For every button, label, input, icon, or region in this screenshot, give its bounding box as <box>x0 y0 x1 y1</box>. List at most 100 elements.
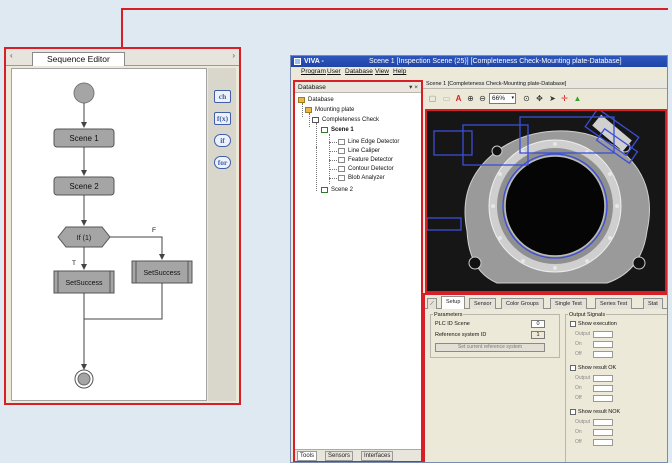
ch-icon[interactable]: ch <box>214 90 231 103</box>
zoom-out-icon[interactable]: ⊖ <box>477 93 488 104</box>
plc-id-label: PLC ID Scene <box>435 321 470 327</box>
fx-icon[interactable]: f(x) <box>214 112 231 125</box>
off-label: Off <box>575 395 582 401</box>
viva-window: VIVA - Scene 1 [Inspection Scene (25)] [… <box>290 55 668 463</box>
tab-series-test[interactable]: Series Test <box>595 298 633 309</box>
app-icon <box>294 58 301 65</box>
on-label: On <box>575 385 582 391</box>
show-ok-label: Show result OK <box>578 365 617 371</box>
tab-scroll-right-icon[interactable]: › <box>232 51 235 60</box>
set-success-left-label: SetSuccess <box>66 280 103 287</box>
tab-color-groups[interactable]: Color Groups <box>501 298 544 309</box>
execution-output-input[interactable] <box>593 331 613 338</box>
tab-single-test[interactable]: Single Test <box>550 298 587 309</box>
nok-output-input[interactable] <box>593 419 613 426</box>
folder-icon <box>305 107 312 113</box>
tab-scroll-left-icon[interactable]: ‹ <box>10 51 13 60</box>
parameters-title: Parameters <box>433 311 464 319</box>
output-label: Output <box>575 331 591 337</box>
pan-icon[interactable]: ✥ <box>534 93 545 104</box>
output-label: Output <box>575 375 591 381</box>
grid-icon[interactable]: ▢ <box>427 93 438 104</box>
flow-palette: ch f(x) if for <box>208 68 236 401</box>
output-label: Output <box>575 419 591 425</box>
window-titlebar: VIVA - Scene 1 [Inspection Scene (25)] [… <box>291 56 667 67</box>
ok-output-input[interactable] <box>593 375 613 382</box>
nok-on-input[interactable] <box>593 429 613 436</box>
show-nok-checkbox[interactable] <box>570 409 576 415</box>
show-nok-label: Show result NOK <box>578 409 621 415</box>
menu-help[interactable]: Help <box>393 67 406 77</box>
menu-view[interactable]: View <box>375 67 389 77</box>
database-panel-title: Database <box>298 84 326 91</box>
true-branch-label: T <box>72 260 76 267</box>
setup-tabs: ⟋ Setup Sensor Color Groups Single Test … <box>425 295 667 309</box>
tool-icon <box>338 148 345 154</box>
database-bottom-tabs: Tools Sensors Interfaces <box>295 449 421 461</box>
zoom-in-icon[interactable]: ⊕ <box>465 93 476 104</box>
reference-system-input[interactable]: 1 <box>531 331 545 339</box>
window-title: Scene 1 [Inspection Scene (25)] [Complet… <box>369 58 622 65</box>
menu-bar: Program User Database View Help <box>291 67 667 77</box>
false-branch-label: F <box>152 227 156 234</box>
flow-canvas[interactable]: Scene 1 Scene 2 If (1) T F SetSuccess Se… <box>11 68 207 401</box>
execution-off-input[interactable] <box>593 351 613 358</box>
scene2-node-label: Scene 2 <box>69 182 99 191</box>
run-icon[interactable]: ▲ <box>572 93 583 104</box>
tab-nav-icon[interactable]: ⟋ <box>427 298 437 309</box>
zoom-fit-icon[interactable]: ⊙ <box>521 93 532 104</box>
tool-icon <box>338 139 345 145</box>
pointer-icon[interactable]: ➤ <box>547 93 558 104</box>
edge-false <box>110 236 165 260</box>
scene-icon <box>321 187 328 193</box>
database-panel: Database ▾ × Database Mounting plate Com… <box>293 80 423 462</box>
show-ok-checkbox[interactable] <box>570 365 576 371</box>
show-execution-checkbox[interactable] <box>570 321 576 327</box>
reference-system-label: Reference system ID <box>435 332 487 338</box>
menu-user[interactable]: User <box>327 67 341 77</box>
zoom-select[interactable]: 66% ▾ <box>489 93 516 104</box>
scene1-node-label: Scene 1 <box>69 134 99 143</box>
database-folder-icon <box>298 97 305 103</box>
tab-sensors[interactable]: Sensors <box>325 451 354 461</box>
execution-on-input[interactable] <box>593 341 613 348</box>
nok-off-input[interactable] <box>593 439 613 446</box>
end-node-inner <box>77 372 91 386</box>
crosshair-icon[interactable]: ✛ <box>559 93 570 104</box>
chevron-down-icon: ▾ <box>511 95 514 101</box>
scene-panel-header: Scene 1 [Completeness Check-Mounting pla… <box>423 80 667 89</box>
tab-stat[interactable]: Stat <box>643 298 663 309</box>
annotation-a-icon[interactable]: A <box>453 93 464 104</box>
plc-id-input[interactable]: 0 <box>531 320 545 328</box>
tab-sequence-editor[interactable]: Sequence Editor <box>32 52 125 66</box>
menu-database[interactable]: Database <box>345 67 373 77</box>
tab-tools[interactable]: Tools <box>297 451 318 461</box>
on-label: On <box>575 341 582 347</box>
panel-controls-icon[interactable]: ▾ × <box>409 82 418 93</box>
tab-interfaces[interactable]: Interfaces <box>361 451 394 461</box>
for-icon[interactable]: for <box>214 156 231 169</box>
app-name: VIVA - <box>304 58 324 65</box>
set-success-right-label: SetSuccess <box>144 270 181 277</box>
database-panel-header: Database ▾ × <box>295 82 421 93</box>
tool-icon <box>338 166 345 172</box>
decision-node-label: If (1) <box>77 235 91 242</box>
inspection-image-panel[interactable] <box>425 109 667 293</box>
check-icon <box>312 117 319 123</box>
set-reference-button[interactable]: Set current reference system <box>435 343 545 352</box>
off-label: Off <box>575 439 582 445</box>
off-label: Off <box>575 351 582 357</box>
sequence-editor-panel: ‹ Sequence Editor › Scene 1 Scene 2 If (… <box>4 47 241 405</box>
ok-on-input[interactable] <box>593 385 613 392</box>
ok-off-input[interactable] <box>593 395 613 402</box>
dashed-select-icon[interactable]: ▭ <box>441 93 452 104</box>
flowchart: Scene 1 Scene 2 If (1) T F SetSuccess Se… <box>53 82 193 389</box>
inspection-image <box>427 111 665 291</box>
tab-sensor[interactable]: Sensor <box>469 298 497 309</box>
zoom-value: 66% <box>492 95 506 102</box>
tab-setup[interactable]: Setup <box>441 296 466 309</box>
scene-icon <box>321 127 328 133</box>
start-node[interactable] <box>73 82 95 104</box>
menu-program[interactable]: Program <box>301 67 326 77</box>
if-icon[interactable]: if <box>214 134 231 147</box>
